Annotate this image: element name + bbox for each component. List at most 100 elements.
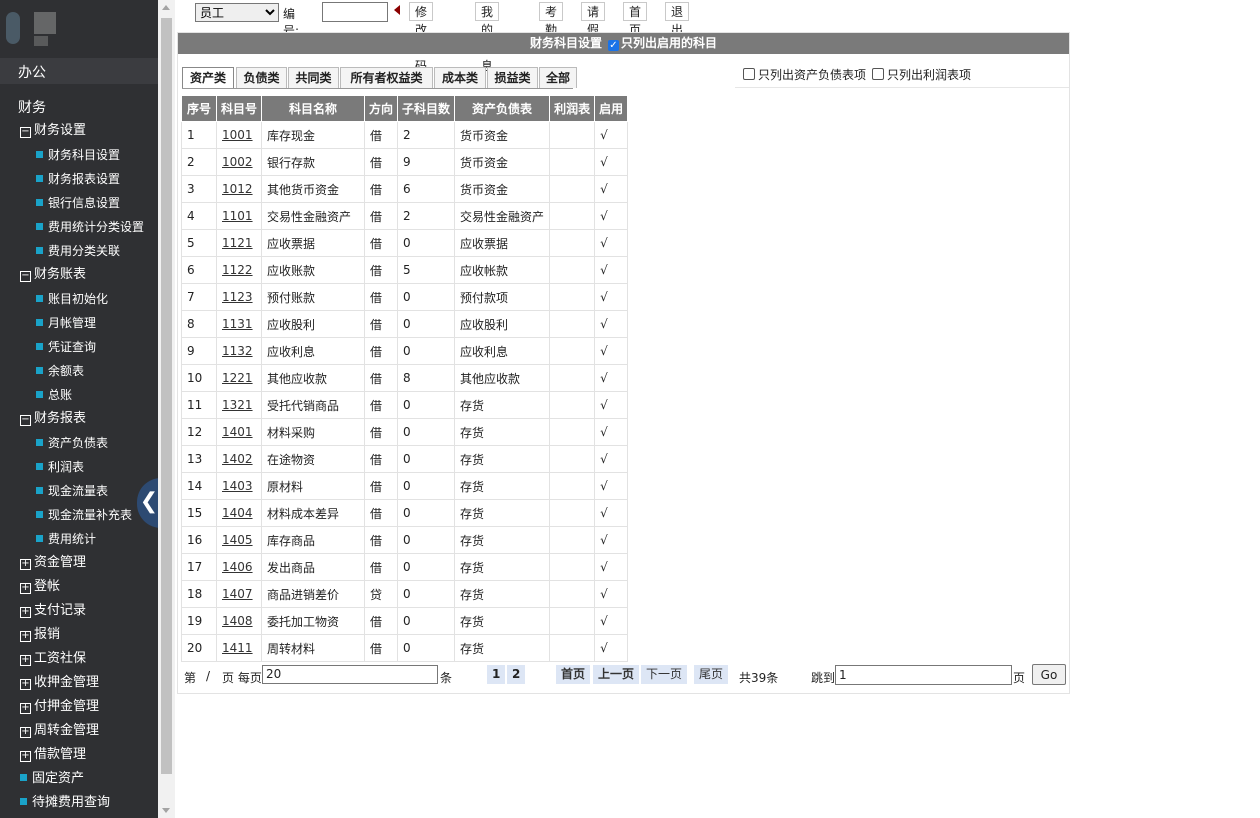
account-code-cell[interactable]: 1405 bbox=[215, 526, 263, 554]
account-code-link[interactable]: 1406 bbox=[222, 560, 253, 574]
table-row[interactable]: 18 1407 商品进销差价贷 0 存货 √ bbox=[181, 580, 629, 608]
change-password-button[interactable]: 修改密码 bbox=[409, 2, 434, 73]
account-code-cell[interactable]: 1221 bbox=[215, 364, 263, 392]
account-code-link[interactable]: 1402 bbox=[222, 452, 253, 466]
page-size-input[interactable]: 20 bbox=[262, 665, 438, 684]
table-row[interactable]: 12 1401 材料采购借 0 存货 √ bbox=[181, 418, 629, 446]
table-row[interactable]: 15 1404 材料成本差异借 0 存货 √ bbox=[181, 499, 629, 527]
account-code-link[interactable]: 1131 bbox=[222, 317, 253, 331]
account-code-cell[interactable]: 1404 bbox=[215, 499, 263, 527]
account-code-cell[interactable]: 1407 bbox=[215, 580, 263, 608]
sidebar-group-0[interactable]: − 财务设置 bbox=[20, 120, 86, 142]
sidebar-item-1-2[interactable]: 凭证查询 bbox=[36, 336, 96, 358]
sidebar-collapsed-group-8[interactable]: + 借款管理 bbox=[20, 744, 86, 766]
sidebar-item-1-3[interactable]: 余额表 bbox=[36, 360, 84, 382]
account-code-cell[interactable]: 1121 bbox=[215, 229, 263, 257]
account-code-link[interactable]: 1321 bbox=[222, 398, 253, 412]
sidebar-collapsed-group-1[interactable]: + 登帐 bbox=[20, 576, 60, 598]
tab-liability[interactable]: 负债类 bbox=[236, 67, 287, 88]
account-code-cell[interactable]: 1321 bbox=[215, 391, 263, 419]
scrollbar-thumb[interactable] bbox=[161, 18, 172, 774]
table-row[interactable]: 5 1121 应收票据借 0 应收票据 √ bbox=[181, 229, 629, 257]
table-row[interactable]: 9 1132 应收利息借 0 应收利息 √ bbox=[181, 337, 629, 365]
collapse-minus-icon[interactable]: − bbox=[20, 271, 31, 282]
table-row[interactable]: 20 1411 周转材料借 0 存货 √ bbox=[181, 634, 629, 662]
sidebar-item-1-1[interactable]: 月帐管理 bbox=[36, 312, 96, 334]
account-code-cell[interactable]: 1403 bbox=[215, 472, 263, 500]
expand-plus-icon[interactable]: + bbox=[20, 559, 31, 570]
sidebar-collapsed-group-7[interactable]: + 周转金管理 bbox=[20, 720, 99, 742]
sidebar-collapsed-group-4[interactable]: + 工资社保 bbox=[20, 648, 86, 670]
tab-all[interactable]: 全部 bbox=[539, 67, 577, 88]
table-row[interactable]: 6 1122 应收账款借 5 应收帐款 √ bbox=[181, 256, 629, 284]
expand-plus-icon[interactable]: + bbox=[20, 607, 31, 618]
scroll-down-icon[interactable] bbox=[162, 808, 170, 813]
leave-button[interactable]: 请假 bbox=[581, 2, 606, 37]
home-button[interactable]: 首页 bbox=[623, 2, 648, 37]
account-code-cell[interactable]: 1406 bbox=[215, 553, 263, 581]
account-code-cell[interactable]: 1101 bbox=[215, 202, 263, 230]
sidebar-item-0-3[interactable]: 费用统计分类设置 bbox=[36, 216, 144, 238]
table-row[interactable]: 2 1002 银行存款借 9 货币资金 √ bbox=[181, 148, 629, 176]
sidebar-item-1-0[interactable]: 账目初始化 bbox=[36, 288, 108, 310]
account-code-cell[interactable]: 1012 bbox=[215, 175, 263, 203]
expand-plus-icon[interactable]: + bbox=[20, 727, 31, 738]
account-code-cell[interactable]: 1123 bbox=[215, 283, 263, 311]
account-code-cell[interactable]: 1131 bbox=[215, 310, 263, 338]
collapse-minus-icon[interactable]: − bbox=[20, 415, 31, 426]
first-page-button[interactable]: 首页 bbox=[556, 665, 591, 684]
next-page-button[interactable]: 下一页 bbox=[641, 665, 688, 684]
sidebar-collapsed-group-6[interactable]: + 付押金管理 bbox=[20, 696, 99, 718]
logout-button[interactable]: 退出 bbox=[665, 2, 690, 37]
table-row[interactable]: 8 1131 应收股利借 0 应收股利 √ bbox=[181, 310, 629, 338]
sidebar-item-2-4[interactable]: 费用统计 bbox=[36, 528, 96, 550]
tab-common[interactable]: 共同类 bbox=[288, 67, 339, 88]
sidebar-leaf-group-1[interactable]: 待摊费用查询 bbox=[20, 792, 110, 814]
go-button[interactable]: Go bbox=[1032, 664, 1066, 685]
number-input[interactable] bbox=[322, 2, 388, 22]
table-row[interactable]: 13 1402 在途物资借 0 存货 √ bbox=[181, 445, 629, 473]
table-row[interactable]: 14 1403 原材料借 0 存货 √ bbox=[181, 472, 629, 500]
account-code-link[interactable]: 1411 bbox=[222, 641, 253, 655]
account-code-link[interactable]: 1403 bbox=[222, 479, 253, 493]
table-row[interactable]: 19 1408 委托加工物资借 0 存货 √ bbox=[181, 607, 629, 635]
scrollbar[interactable] bbox=[158, 0, 175, 818]
account-code-link[interactable]: 1408 bbox=[222, 614, 253, 628]
expand-plus-icon[interactable]: + bbox=[20, 631, 31, 642]
account-code-link[interactable]: 1404 bbox=[222, 506, 253, 520]
sidebar-item-2-2[interactable]: 现金流量表 bbox=[36, 480, 108, 502]
page-link-1[interactable]: 1 bbox=[487, 665, 506, 684]
scroll-up-icon[interactable] bbox=[162, 5, 170, 10]
sidebar-collapsed-group-5[interactable]: + 收押金管理 bbox=[20, 672, 99, 694]
expand-plus-icon[interactable]: + bbox=[20, 751, 31, 762]
expand-plus-icon[interactable]: + bbox=[20, 703, 31, 714]
table-row[interactable]: 16 1405 库存商品借 0 存货 √ bbox=[181, 526, 629, 554]
my-info-button[interactable]: 我的信息 bbox=[475, 2, 500, 73]
account-code-link[interactable]: 1001 bbox=[222, 128, 253, 142]
caret-left-icon[interactable] bbox=[394, 5, 400, 15]
sidebar-group-2[interactable]: − 财务报表 bbox=[20, 408, 86, 430]
account-code-link[interactable]: 1121 bbox=[222, 236, 253, 250]
sidebar-collapsed-group-2[interactable]: + 支付记录 bbox=[20, 600, 86, 622]
prev-page-button[interactable]: 上一页 bbox=[593, 665, 640, 684]
profit-only-checkbox[interactable] bbox=[872, 68, 885, 80]
last-page-button[interactable]: 尾页 bbox=[694, 665, 729, 684]
account-code-link[interactable]: 1002 bbox=[222, 155, 253, 169]
table-row[interactable]: 4 1101 交易性金融资产借 2 交易性金融资产 √ bbox=[181, 202, 629, 230]
sidebar-section-office[interactable]: 办公 bbox=[18, 62, 46, 82]
table-row[interactable]: 11 1321 受托代销商品借 0 存货 √ bbox=[181, 391, 629, 419]
only-enabled-checkbox[interactable]: ✓ bbox=[608, 40, 619, 51]
sidebar-leaf-group-0[interactable]: 固定资产 bbox=[20, 768, 84, 790]
sidebar-item-1-4[interactable]: 总账 bbox=[36, 384, 72, 406]
sidebar-collapsed-group-3[interactable]: + 报销 bbox=[20, 624, 60, 646]
account-code-link[interactable]: 1012 bbox=[222, 182, 253, 196]
account-code-link[interactable]: 1123 bbox=[222, 290, 253, 304]
account-code-link[interactable]: 1401 bbox=[222, 425, 253, 439]
page-link-2[interactable]: 2 bbox=[507, 665, 526, 684]
expand-plus-icon[interactable]: + bbox=[20, 583, 31, 594]
account-code-cell[interactable]: 1408 bbox=[215, 607, 263, 635]
account-code-link[interactable]: 1132 bbox=[222, 344, 253, 358]
account-code-cell[interactable]: 1132 bbox=[215, 337, 263, 365]
sidebar-item-2-3[interactable]: 现金流量补充表 bbox=[36, 504, 132, 526]
table-row[interactable]: 17 1406 发出商品借 0 存货 √ bbox=[181, 553, 629, 581]
